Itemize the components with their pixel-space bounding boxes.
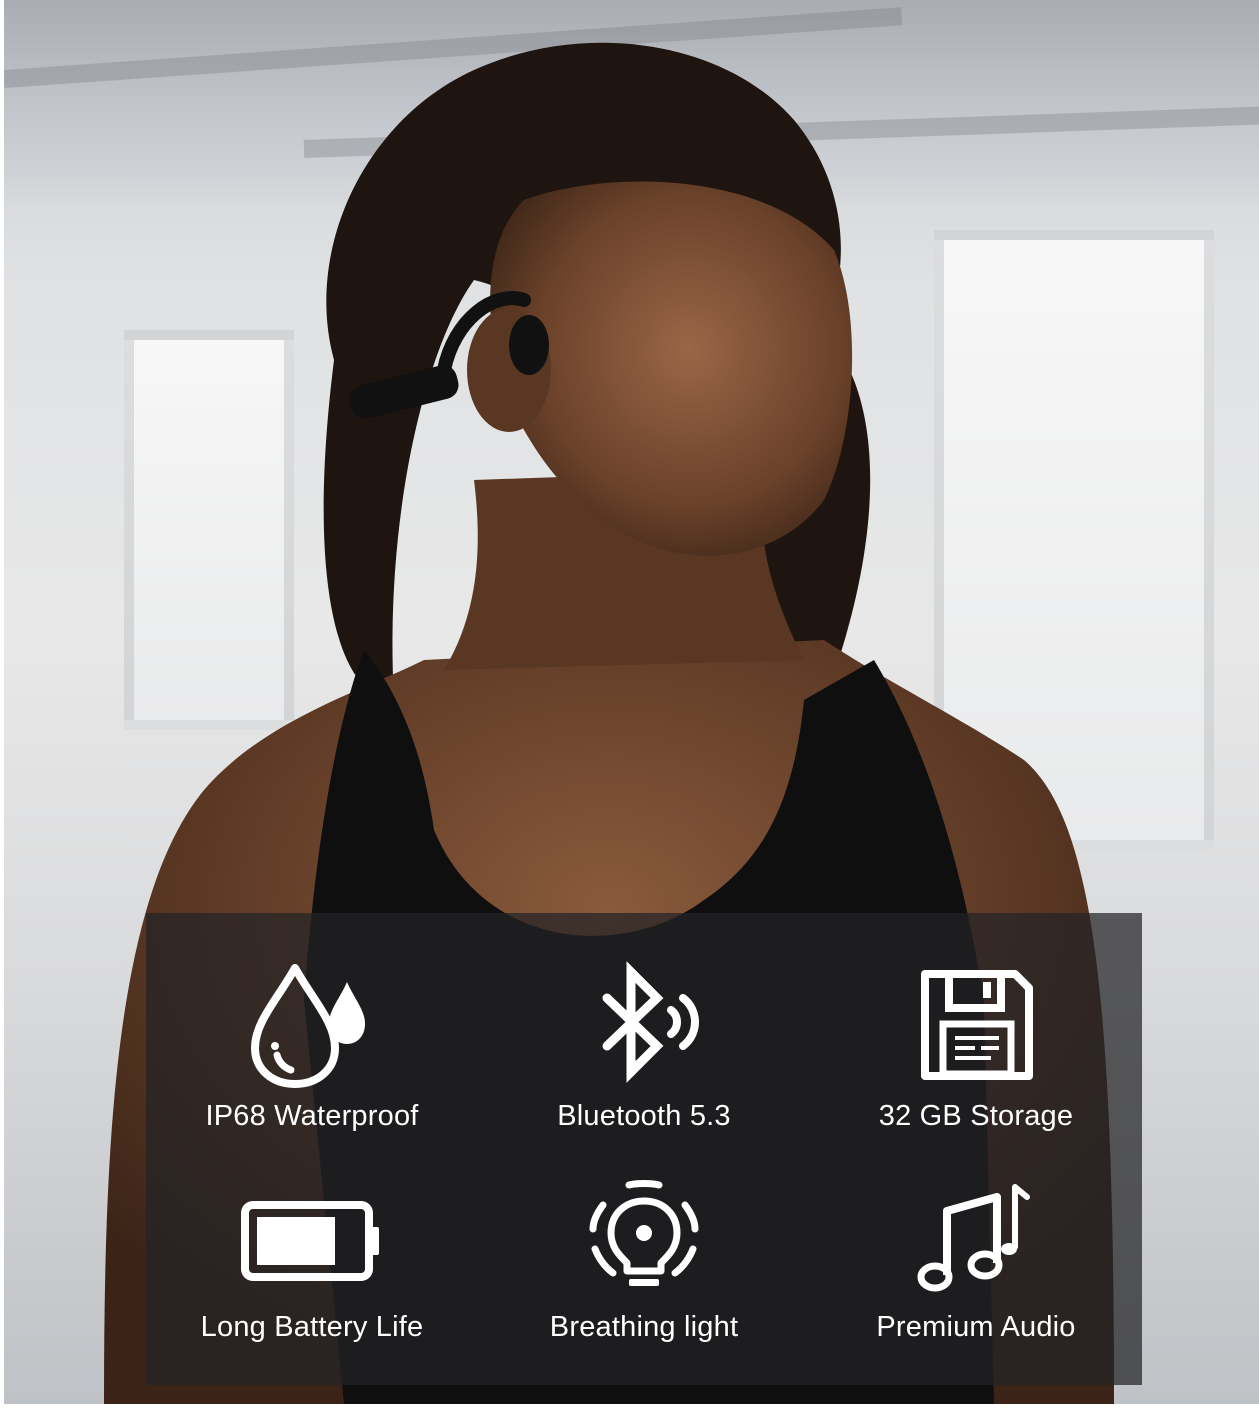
headphone-pad: [509, 315, 549, 375]
bluetooth-icon: [602, 961, 699, 1083]
feature-label: Long Battery Life: [200, 1311, 424, 1343]
floppy-disk-icon: [921, 970, 1033, 1080]
feature-audio: Premium Audio: [810, 1179, 1142, 1344]
feature-breathing-light: Breathing light: [478, 1175, 810, 1344]
music-notes-icon: [917, 1184, 1030, 1292]
battery-icon: [241, 1201, 379, 1281]
feature-battery: Long Battery Life: [146, 1181, 478, 1344]
water-drops-icon: [251, 964, 365, 1088]
feature-label: Breathing light: [549, 1311, 739, 1343]
feature-waterproof: IP68 Waterproof: [146, 960, 478, 1133]
features-panel: IP68 Waterproof Bluetooth 5.3 32 GB Stor…: [146, 913, 1142, 1385]
feature-label: IP68 Waterproof: [205, 1100, 419, 1132]
feature-label: Premium Audio: [876, 1311, 1076, 1343]
breathing-light-icon: [589, 1180, 699, 1286]
feature-label: Bluetooth 5.3: [557, 1100, 731, 1132]
feature-storage: 32 GB Storage: [810, 960, 1142, 1133]
feature-bluetooth: Bluetooth 5.3: [478, 960, 810, 1133]
feature-label: 32 GB Storage: [878, 1100, 1074, 1132]
